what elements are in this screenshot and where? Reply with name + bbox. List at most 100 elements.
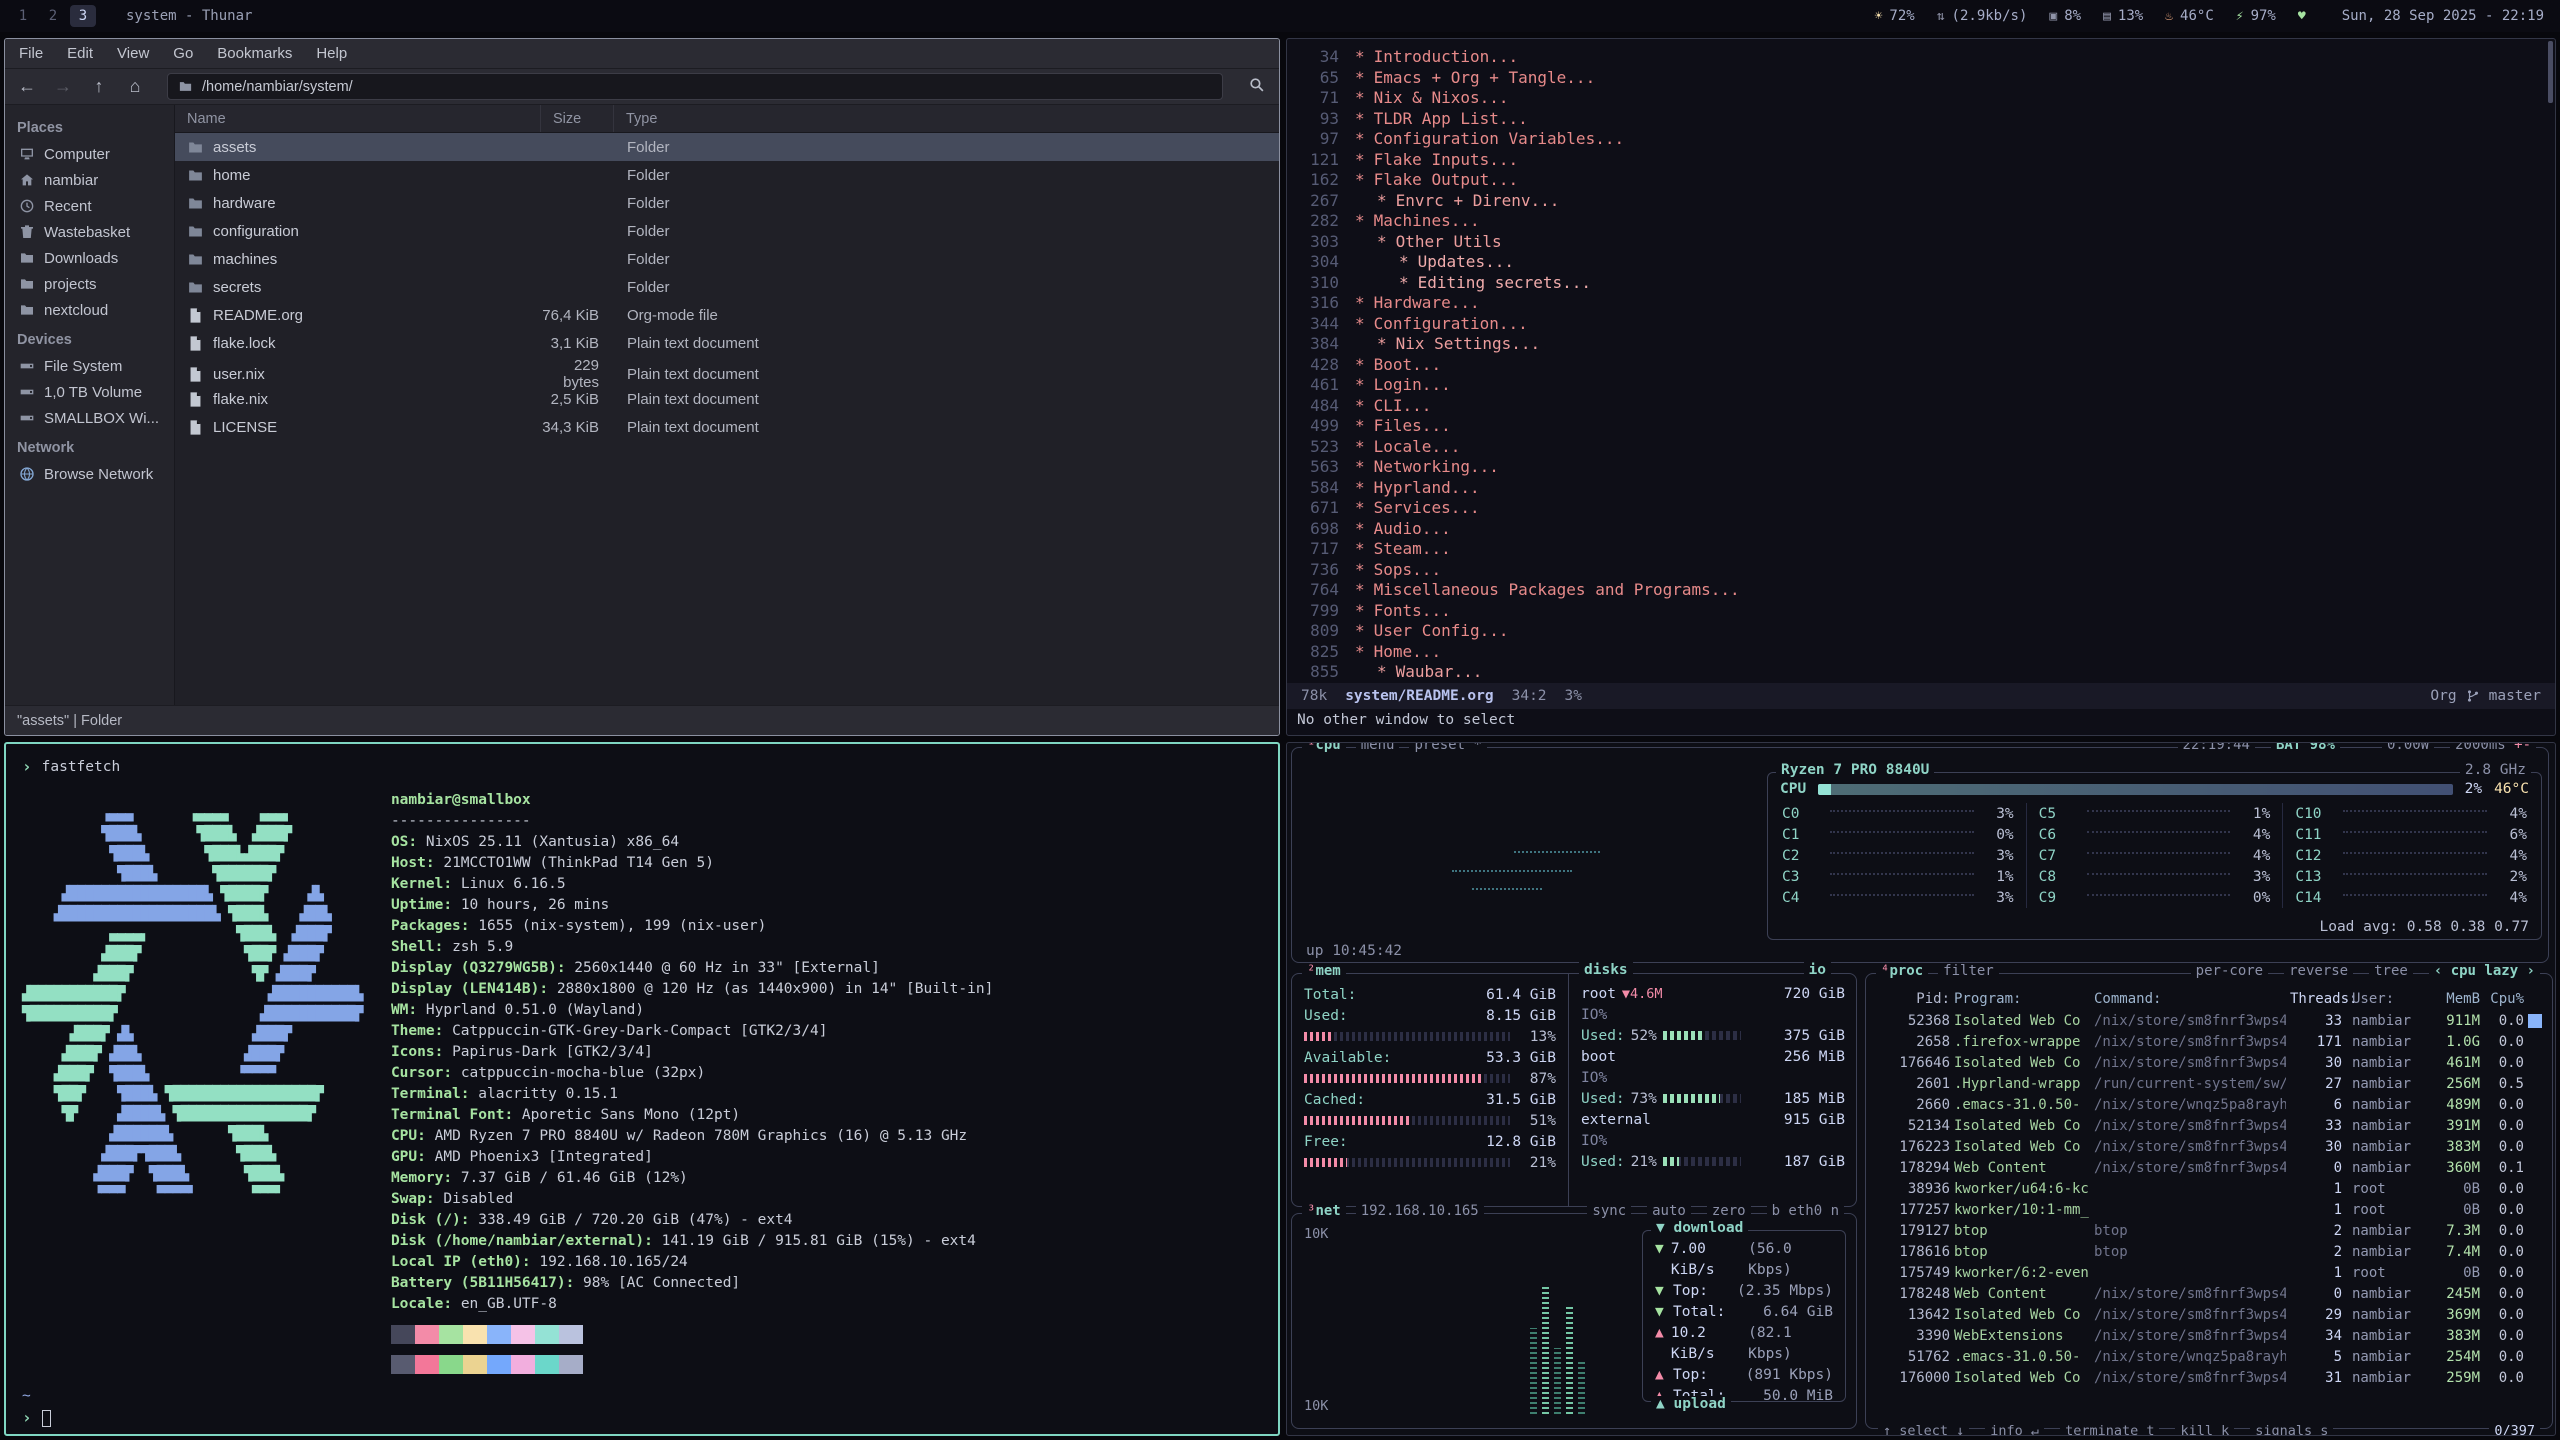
process-row[interactable]: 38936 kworker/u64:6-kc 1 root 0B 0.0 (1866, 1178, 2552, 1199)
org-star[interactable]: * (1355, 416, 1365, 435)
sidebar-item[interactable]: Wastebasket (5, 219, 174, 245)
workspace-button[interactable]: 2 (40, 5, 66, 27)
update-interval[interactable]: 2000ms (2455, 742, 2506, 753)
scrollbar-thumb[interactable] (2548, 41, 2553, 103)
process-row[interactable]: 2601 .Hyprland-wrapp /run/current-system… (1866, 1073, 2552, 1094)
status-module[interactable]: ▤ 13% (2103, 8, 2143, 24)
org-star[interactable]: * (1355, 47, 1365, 66)
workspace-button[interactable]: 3 (70, 5, 96, 27)
process-row[interactable]: 2660 .emacs-31.0.50- /nix/store/wnqz5pa8… (1866, 1094, 2552, 1115)
column-header-type[interactable]: Type (613, 105, 1279, 132)
process-row[interactable]: 177257 kworker/10:1-mm_ 1 root 0B 0.0 (1866, 1199, 2552, 1220)
org-star[interactable]: * (1355, 560, 1365, 579)
sort-selector[interactable]: ‹ cpu lazy › (2429, 963, 2540, 979)
menu-item[interactable]: Edit (67, 45, 93, 62)
preset-button[interactable]: preset * (1409, 742, 1486, 753)
status-module[interactable]: ▣ 8% (2049, 8, 2081, 24)
upload-title[interactable]: ▲ upload (1651, 1396, 1731, 1412)
sidebar-item[interactable]: projects (5, 271, 174, 297)
org-star[interactable]: * (1355, 68, 1365, 87)
process-row[interactable]: 175749 kworker/6:2-even 1 root 0B 0.0 (1866, 1262, 2552, 1283)
process-row[interactable]: 176646 Isolated Web Co /nix/store/sm8fnr… (1866, 1052, 2552, 1073)
org-star[interactable]: * (1355, 457, 1365, 476)
filter-button[interactable]: filter (1938, 963, 1999, 979)
download-title[interactable]: ▼ download (1651, 1220, 1748, 1236)
up-button[interactable]: ↑ (87, 76, 111, 97)
file-row[interactable]: README.org 76,4 KiB Org-mode file (175, 301, 1279, 329)
org-star[interactable]: * (1355, 150, 1365, 169)
emacs-window[interactable]: 34 *Introduction... 65 *Emacs + Org + Ta… (1286, 38, 2556, 736)
proc-footer-action[interactable]: ↑ select ↓ (1878, 1423, 1969, 1436)
org-star[interactable]: * (1355, 539, 1365, 558)
path-bar[interactable]: /home/nambiar/system/ (167, 73, 1223, 100)
process-row[interactable]: 51762 .emacs-31.0.50- /nix/store/wnqz5pa… (1866, 1346, 2552, 1367)
org-star[interactable]: * (1355, 642, 1365, 661)
org-star[interactable]: * (1355, 314, 1365, 333)
org-star[interactable]: * (1355, 355, 1365, 374)
back-button[interactable]: ← (15, 76, 39, 97)
per-core-toggle[interactable]: per-core (2191, 963, 2268, 979)
net-control[interactable]: zero (1707, 1203, 1751, 1219)
disks-title[interactable]: disks (1579, 962, 1633, 978)
org-star[interactable]: * (1355, 293, 1365, 312)
status-module[interactable]: ⇅ (2.9kb/s) (1937, 8, 2028, 24)
process-row[interactable]: 176223 Isolated Web Co /nix/store/sm8fnr… (1866, 1136, 2552, 1157)
sidebar-item[interactable]: Computer (5, 141, 174, 167)
process-row[interactable]: 52134 Isolated Web Co /nix/store/sm8fnrf… (1866, 1115, 2552, 1136)
process-row[interactable]: 178294 Web Content /nix/store/sm8fnrf3wp… (1866, 1157, 2552, 1178)
tab-net[interactable]: ³net (1302, 1203, 1346, 1219)
search-button[interactable] (1243, 76, 1269, 98)
net-control[interactable]: auto (1647, 1203, 1691, 1219)
status-module[interactable]: ⚡ 97% (2236, 8, 2276, 24)
org-star[interactable]: * (1355, 375, 1365, 394)
process-row[interactable]: 13642 Isolated Web Co /nix/store/sm8fnrf… (1866, 1304, 2552, 1325)
menu-item[interactable]: Bookmarks (217, 45, 292, 62)
process-row[interactable]: 176000 Isolated Web Co /nix/store/sm8fnr… (1866, 1367, 2552, 1388)
tab-mem[interactable]: ²mem (1302, 963, 1346, 979)
sidebar-item[interactable]: 1,0 TB Volume (5, 379, 174, 405)
org-star[interactable]: * (1355, 519, 1365, 538)
terminal-window[interactable]: › fastfetch ▗▄▄▄ ▗▄▄▄▄ ▄▄▄▖ ▜███▙ ▜███▙ … (4, 742, 1280, 1436)
org-star[interactable]: * (1377, 191, 1387, 210)
sidebar-item[interactable]: nambiar (5, 167, 174, 193)
org-star[interactable]: * (1355, 621, 1365, 640)
menu-button[interactable]: menu (1356, 742, 1400, 753)
tab-proc[interactable]: ⁴proc (1876, 963, 1928, 979)
file-row[interactable]: home Folder (175, 161, 1279, 189)
org-star[interactable]: * (1355, 498, 1365, 517)
file-row[interactable]: hardware Folder (175, 189, 1279, 217)
sidebar-item[interactable]: File System (5, 353, 174, 379)
file-row[interactable]: configuration Folder (175, 217, 1279, 245)
file-row[interactable]: flake.lock 3,1 KiB Plain text document (175, 329, 1279, 357)
sidebar-item[interactable]: Recent (5, 193, 174, 219)
org-star[interactable]: * (1355, 109, 1365, 128)
process-row[interactable]: 3390 WebExtensions /nix/store/sm8fnrf3wp… (1866, 1325, 2552, 1346)
process-row[interactable]: 178248 Web Content /nix/store/sm8fnrf3wp… (1866, 1283, 2552, 1304)
workspace-button[interactable]: 1 (10, 5, 36, 27)
status-module[interactable]: Sun, 28 Sep 2025 - 22:19 (2335, 8, 2544, 24)
tree-toggle[interactable]: tree (2369, 963, 2413, 979)
file-row[interactable]: assets Folder (175, 133, 1279, 161)
process-row[interactable]: 2658 .firefox-wrappe /nix/store/sm8fnrf3… (1866, 1031, 2552, 1052)
menu-item[interactable]: File (19, 45, 43, 62)
reverse-toggle[interactable]: reverse (2284, 963, 2353, 979)
net-control[interactable]: sync (1587, 1203, 1631, 1219)
org-star[interactable]: * (1355, 211, 1365, 230)
status-module[interactable]: ☀ 72% (1875, 8, 1915, 24)
org-star[interactable]: * (1377, 662, 1387, 681)
forward-button[interactable]: → (51, 76, 75, 97)
sidebar-item[interactable]: Browse Network (5, 461, 174, 487)
org-star[interactable]: * (1355, 88, 1365, 107)
process-row[interactable]: 52368 Isolated Web Co /nix/store/sm8fnrf… (1866, 1010, 2552, 1031)
org-star[interactable]: * (1355, 170, 1365, 189)
file-row[interactable]: secrets Folder (175, 273, 1279, 301)
home-button[interactable]: ⌂ (123, 76, 147, 97)
proc-footer-action[interactable]: terminate t (2060, 1423, 2159, 1436)
terminal-cursor[interactable] (42, 1410, 51, 1427)
org-star[interactable]: * (1355, 129, 1365, 148)
thunar-window[interactable]: FileEditViewGoBookmarksHelp ← → ↑ ⌂ /hom… (4, 38, 1280, 736)
proc-footer-action[interactable]: info ↵ (1985, 1423, 2044, 1436)
file-row[interactable]: LICENSE 34,3 KiB Plain text document (175, 413, 1279, 441)
org-star[interactable]: * (1355, 478, 1365, 497)
proc-footer-action[interactable]: kill k (2175, 1423, 2234, 1436)
